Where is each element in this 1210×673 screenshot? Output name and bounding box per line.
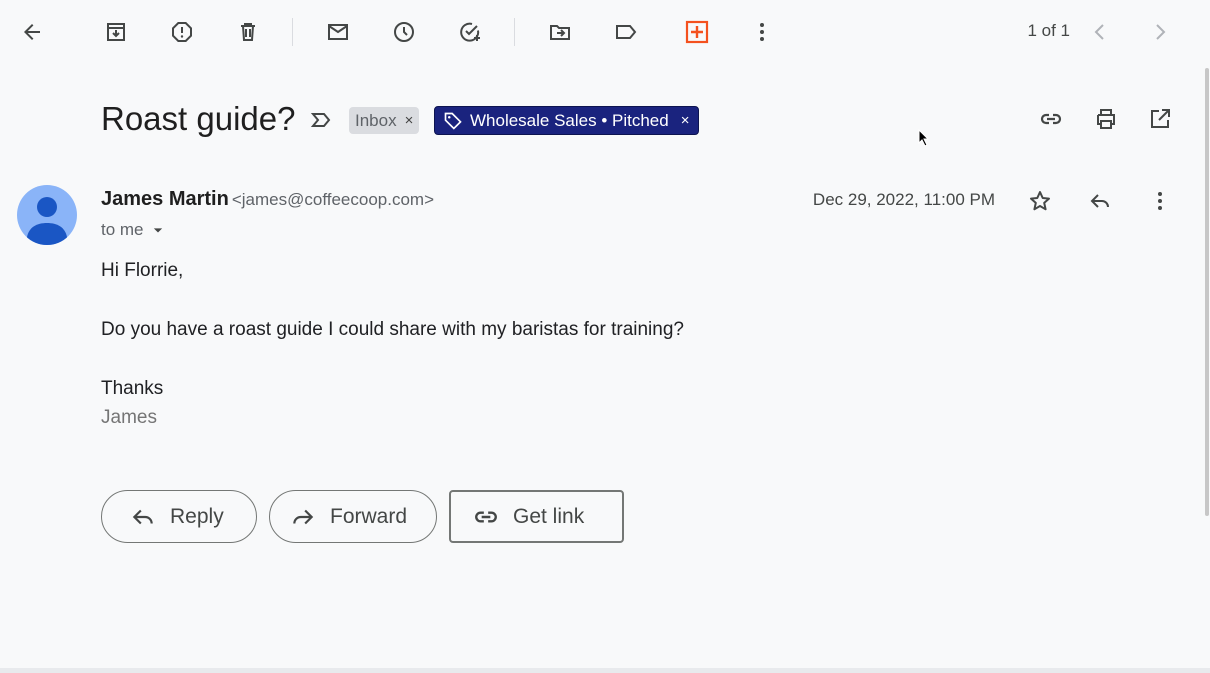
caret-down-icon <box>153 228 162 233</box>
sender-name: James Martin <box>101 188 229 210</box>
label-chip-inbox: Inbox × <box>349 107 420 134</box>
addon-button[interactable] <box>677 12 717 52</box>
move-to-folder-icon <box>550 25 570 40</box>
forward-button-label: Forward <box>330 504 408 528</box>
avatar[interactable] <box>17 185 77 245</box>
report-spam-icon <box>172 22 192 42</box>
print-icon <box>1097 109 1115 129</box>
link-icon <box>1040 113 1062 125</box>
body-signature: James <box>101 407 157 428</box>
mark-unread-button[interactable] <box>318 12 358 52</box>
star-button[interactable] <box>1020 181 1060 221</box>
body-line: Do you have a roast guide I could share … <box>101 319 684 340</box>
orange-plus-box-icon <box>685 20 709 44</box>
mail-icon <box>328 24 348 40</box>
more-vert-icon <box>1158 192 1162 210</box>
message-date: Dec 29, 2022, 11:00 PM <box>812 190 995 209</box>
toolbar-divider <box>514 18 515 46</box>
reply-icon <box>1090 194 1109 208</box>
delete-icon <box>241 23 255 41</box>
reply-button-label: Reply <box>170 504 224 528</box>
star-outline-icon <box>1030 191 1050 211</box>
back-button[interactable] <box>12 12 52 52</box>
toolbar-divider <box>292 18 293 46</box>
report-spam-button[interactable] <box>162 12 202 52</box>
message-more-button[interactable] <box>1140 181 1180 221</box>
link-icon <box>475 510 497 523</box>
delete-button[interactable] <box>228 12 268 52</box>
more-vert-icon <box>760 23 764 41</box>
get-link-button-label: Get link <box>513 504 585 528</box>
archive-icon <box>107 23 125 41</box>
label-chip-text: Inbox <box>355 110 397 130</box>
newer-button[interactable] <box>1140 12 1180 52</box>
move-to-button[interactable] <box>540 12 580 52</box>
archive-button[interactable] <box>96 12 136 52</box>
reply-icon-button[interactable] <box>1080 181 1120 221</box>
forward-button[interactable]: Forward <box>269 490 437 543</box>
remove-label-button[interactable]: × <box>405 112 414 129</box>
label-icon <box>616 25 637 39</box>
add-task-icon <box>460 22 480 42</box>
open-in-new-window-button[interactable] <box>1140 99 1180 139</box>
vertical-scrollbar[interactable] <box>1205 68 1209 516</box>
mouse-cursor-icon <box>918 129 930 147</box>
remove-label-button[interactable]: × <box>681 112 690 129</box>
more-options-button[interactable] <box>742 12 782 52</box>
person-icon <box>27 197 67 245</box>
sender-email: <james@coffeecoop.com> <box>231 190 435 209</box>
body-greeting: Hi Florrie, <box>101 260 184 281</box>
label-chip-wholesale: Wholesale Sales • Pitched × <box>434 106 699 135</box>
label-chip-text: Wholesale Sales • Pitched <box>470 110 669 130</box>
arrow-back-icon <box>24 24 40 40</box>
snooze-button[interactable] <box>384 12 424 52</box>
recipient-details-toggle[interactable]: to me <box>101 220 168 240</box>
recipient-text: to me <box>101 220 144 239</box>
reply-button[interactable]: Reply <box>101 490 257 543</box>
reply-icon <box>132 509 153 524</box>
chevron-right-icon <box>1156 24 1166 40</box>
print-button[interactable] <box>1086 99 1126 139</box>
importance-marker-button[interactable] <box>302 100 342 140</box>
bottom-divider <box>0 668 1210 673</box>
add-to-tasks-button[interactable] <box>450 12 490 52</box>
sender[interactable]: James Martin <james@coffeecoop.com> <box>101 188 434 211</box>
body-closing: Thanks <box>101 378 164 399</box>
open-in-new-icon <box>1151 109 1170 128</box>
copy-link-button[interactable] <box>1031 99 1071 139</box>
labels-button[interactable] <box>606 12 646 52</box>
get-link-button[interactable]: Get link <box>449 490 624 543</box>
chevron-left-icon <box>1094 24 1104 40</box>
older-button[interactable] <box>1080 12 1120 52</box>
page-counter: 1 of 1 <box>1027 21 1070 40</box>
tag-icon <box>444 112 462 130</box>
forward-icon <box>293 509 314 524</box>
clock-icon <box>394 22 414 42</box>
importance-marker-icon <box>310 113 331 127</box>
email-subject: Roast guide? <box>101 100 296 137</box>
